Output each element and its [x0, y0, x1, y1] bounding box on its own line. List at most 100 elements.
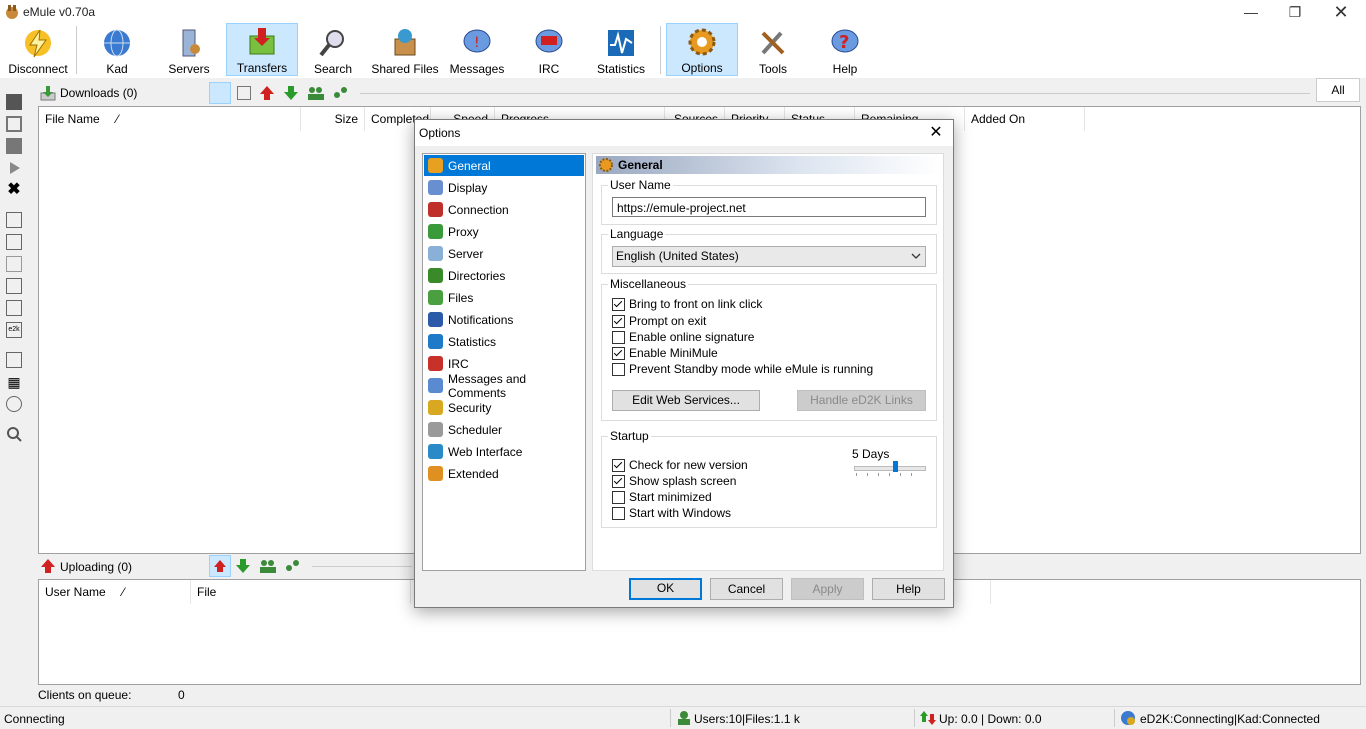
priority-up-icon[interactable]: [259, 85, 275, 101]
options-dialog: Options ✕ General Display Connection Pro…: [414, 119, 954, 608]
startup-label: Startup: [608, 429, 651, 443]
file-icon[interactable]: [6, 212, 22, 228]
nav-general[interactable]: General: [424, 155, 584, 176]
col-file-name[interactable]: File Name ⁄: [39, 107, 301, 131]
dialog-help-button[interactable]: Help: [872, 578, 945, 600]
close-window-button[interactable]: ✕: [1318, 0, 1364, 24]
cancel-button[interactable]: Cancel: [710, 578, 783, 600]
upload-clients-icon[interactable]: [259, 558, 277, 574]
check-version-checkbox[interactable]: Check for new version: [612, 458, 748, 472]
language-select[interactable]: English (United States): [612, 246, 926, 267]
folder-icon[interactable]: [6, 234, 22, 250]
upload-red-icon: [214, 560, 226, 572]
online-signature-checkbox[interactable]: Enable online signature: [612, 330, 754, 344]
nav-statistics[interactable]: Statistics: [424, 331, 584, 352]
edit-web-services-button[interactable]: Edit Web Services...: [612, 390, 760, 411]
folder-icon: [428, 268, 443, 283]
nav-web-interface[interactable]: Web Interface: [424, 441, 584, 462]
help-button[interactable]: ? Help: [818, 22, 872, 76]
all-filter-button[interactable]: All: [1316, 78, 1360, 102]
messages-button[interactable]: ! Messages: [450, 22, 504, 76]
lock-icon[interactable]: [6, 278, 22, 294]
statistics-button[interactable]: Statistics: [594, 22, 648, 76]
downloads-view-button[interactable]: [209, 82, 231, 104]
col-user-name[interactable]: User Name ⁄: [39, 580, 191, 604]
stats-icon[interactable]: [6, 300, 22, 316]
nav-proxy[interactable]: Proxy: [424, 221, 584, 242]
nav-connection[interactable]: Connection: [424, 199, 584, 220]
nav-extended[interactable]: Extended: [424, 463, 584, 484]
ed2k-icon[interactable]: e2k: [6, 322, 22, 338]
status-bar: Connecting Users:10|Files:1.1 k Up: 0.0 …: [0, 706, 1366, 729]
apply-button[interactable]: Apply: [791, 578, 864, 600]
pane-header: General: [596, 156, 940, 174]
search-small-icon[interactable]: [6, 426, 22, 442]
messages-icon: [428, 378, 443, 393]
nav-messages-comments[interactable]: Messages and Comments: [424, 372, 584, 400]
queue-icon[interactable]: [332, 85, 350, 101]
svg-text:!: !: [474, 35, 480, 51]
list-icon[interactable]: [6, 352, 22, 368]
gear-icon: [599, 158, 613, 172]
clients-icon[interactable]: [307, 85, 325, 101]
uploads-view-button[interactable]: [209, 555, 231, 577]
play-icon[interactable]: [6, 160, 22, 176]
download-queue-icon[interactable]: [235, 558, 251, 574]
nav-security[interactable]: Security: [424, 397, 584, 418]
find-icon[interactable]: [6, 396, 22, 412]
shared-files-button[interactable]: Shared Files: [370, 22, 440, 76]
stop-icon[interactable]: [6, 138, 22, 154]
days-slider-thumb[interactable]: [893, 461, 898, 472]
nav-server[interactable]: Server: [424, 243, 584, 264]
restore-button[interactable]: ❐: [1272, 0, 1318, 24]
irc-icon: [428, 356, 443, 371]
misc-group: Miscellaneous Bring to front on link cli…: [601, 277, 937, 421]
upload-queue-icon[interactable]: [284, 558, 302, 574]
nav-notifications[interactable]: Notifications: [424, 309, 584, 330]
tag-icon[interactable]: [6, 256, 22, 272]
splash-screen-checkbox[interactable]: Show splash screen: [612, 474, 736, 488]
username-input[interactable]: https://emule-project.net: [612, 197, 926, 217]
col-added-on[interactable]: Added On: [965, 107, 1085, 131]
col-file[interactable]: File: [191, 580, 411, 604]
bring-front-checkbox[interactable]: Bring to front on link click: [612, 297, 762, 311]
download-arrow-icon: [40, 86, 56, 101]
nav-scheduler[interactable]: Scheduler: [424, 419, 584, 440]
disconnect-button[interactable]: Disconnect: [4, 22, 72, 76]
minimule-checkbox[interactable]: Enable MiniMule: [612, 346, 718, 360]
users-files-count: Users:10|Files:1.1 k: [694, 712, 800, 726]
handle-ed2k-button[interactable]: Handle eD2K Links: [797, 390, 926, 411]
slider-ticks: [856, 473, 922, 476]
ok-button[interactable]: OK: [629, 578, 702, 600]
chart-icon[interactable]: [6, 94, 22, 110]
minimize-button[interactable]: —: [1228, 0, 1274, 24]
kad-button[interactable]: Kad: [90, 22, 144, 76]
display-icon: [428, 180, 443, 195]
nav-display[interactable]: Display: [424, 177, 584, 198]
start-windows-checkbox[interactable]: Start with Windows: [612, 506, 731, 520]
notifications-icon: [428, 312, 443, 327]
prompt-exit-checkbox[interactable]: Prompt on exit: [612, 314, 706, 328]
prevent-standby-checkbox[interactable]: Prevent Standby mode while eMule is runn…: [612, 362, 873, 376]
lightning-icon: [25, 29, 51, 58]
irc-button[interactable]: IRC: [522, 22, 576, 76]
transfers-button[interactable]: Transfers: [226, 23, 298, 76]
clear-icon[interactable]: ▦: [6, 374, 22, 390]
cancel-icon[interactable]: ✖: [6, 182, 22, 198]
magnifier-icon: [319, 30, 344, 57]
pause-icon[interactable]: [6, 116, 22, 132]
options-button[interactable]: Options: [666, 23, 738, 76]
tools-button[interactable]: Tools: [746, 22, 800, 76]
dialog-close-button[interactable]: ✕: [925, 122, 947, 144]
gear-icon: [428, 158, 443, 173]
col-size[interactable]: Size: [301, 107, 365, 131]
servers-button[interactable]: Servers: [162, 22, 216, 76]
search-button[interactable]: Search: [306, 22, 360, 76]
start-minimized-checkbox[interactable]: Start minimized: [612, 490, 712, 504]
days-slider-track[interactable]: [854, 466, 926, 471]
download-list-icon[interactable]: [237, 86, 251, 100]
nav-files[interactable]: Files: [424, 287, 584, 308]
tools-icon: [761, 31, 785, 55]
nav-directories[interactable]: Directories: [424, 265, 584, 286]
priority-down-icon[interactable]: [283, 85, 299, 101]
